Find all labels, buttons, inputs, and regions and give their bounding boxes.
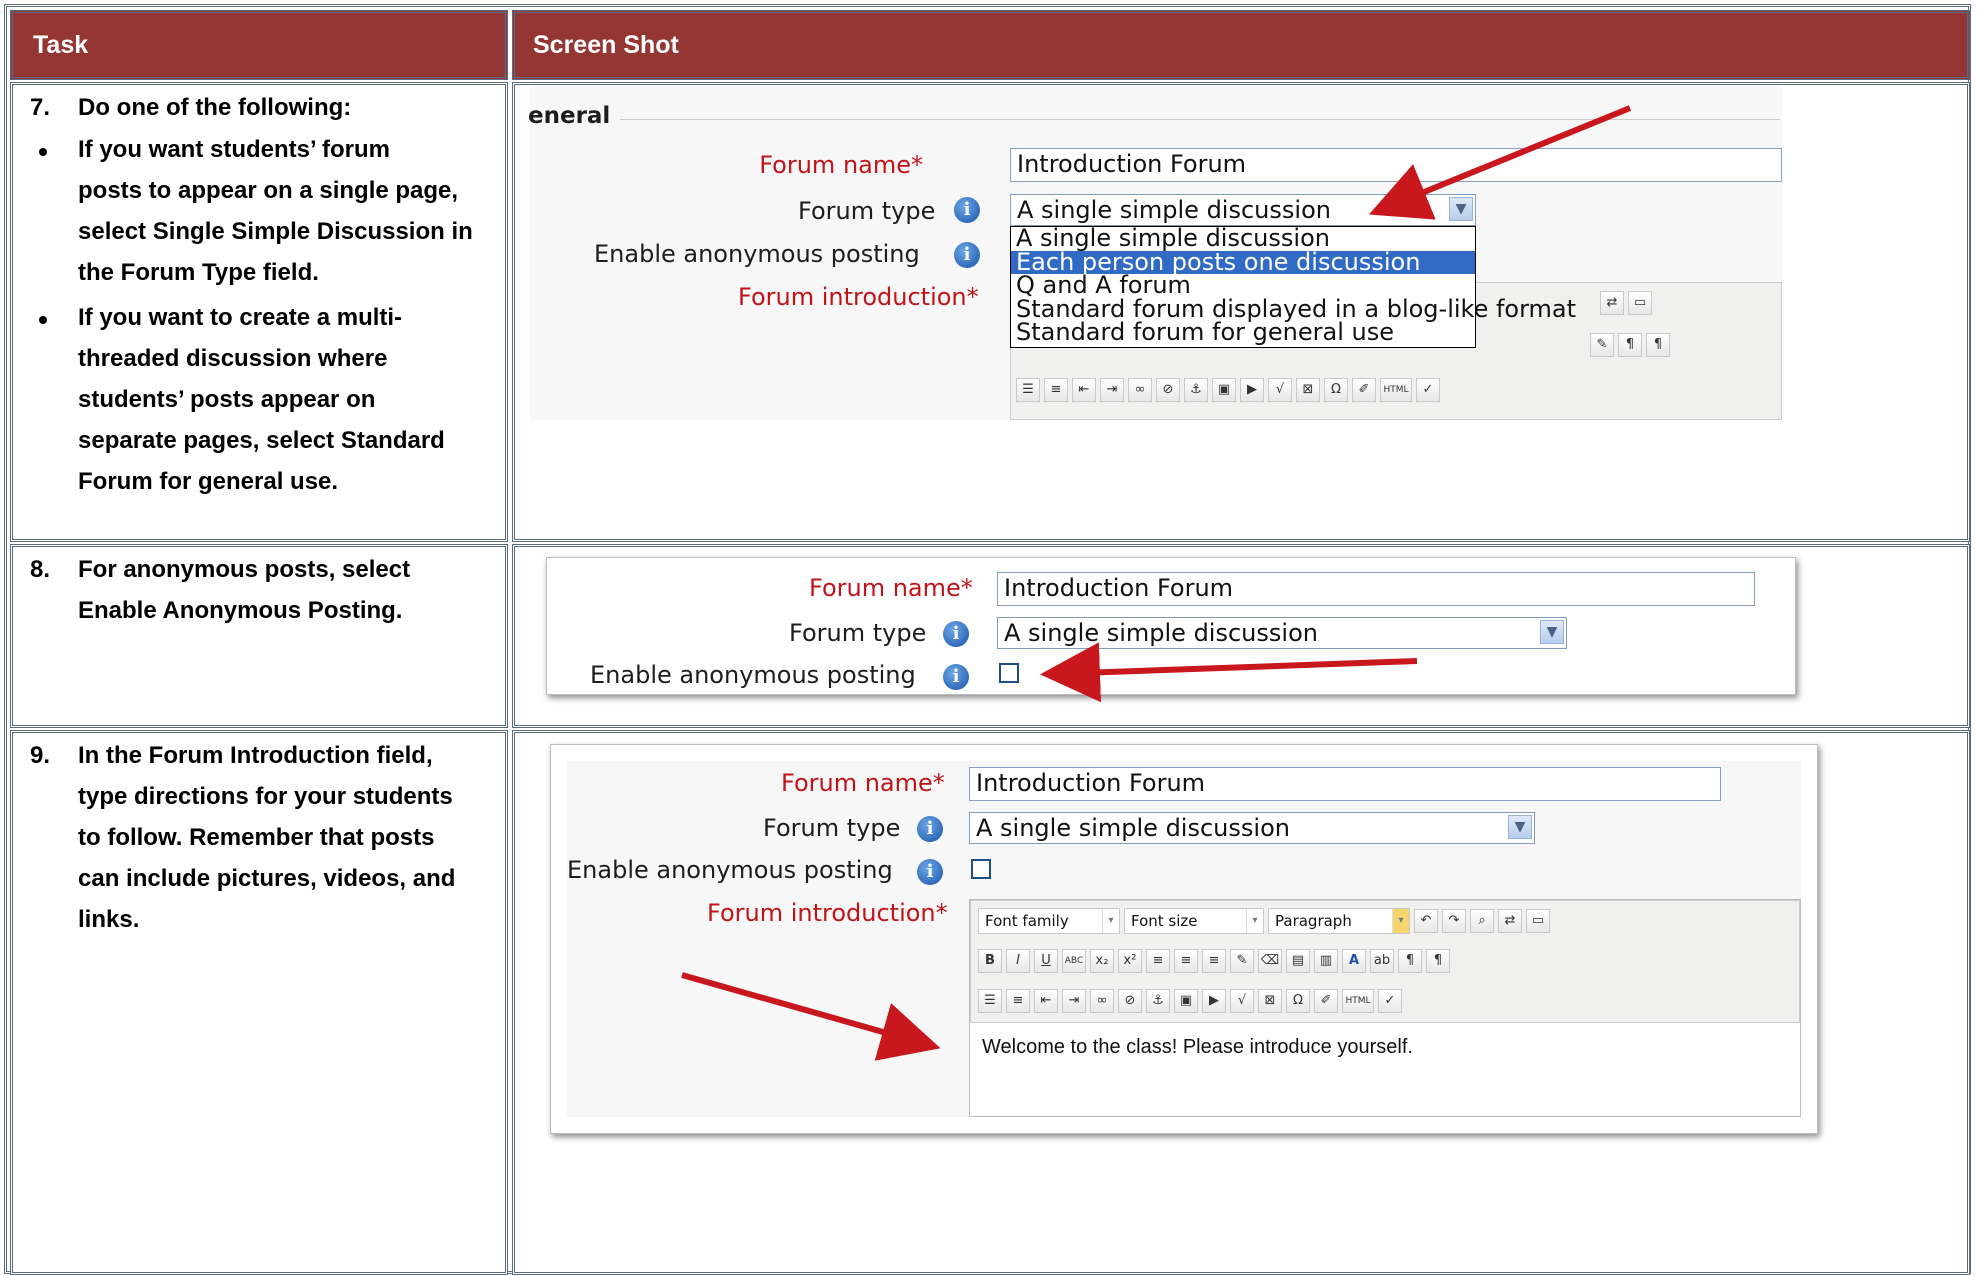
red-arrow (1368, 105, 1632, 220)
step-line: If you want students’ forum (78, 136, 391, 163)
step-line: Do one of the following: (78, 94, 352, 121)
step-line: In the Forum Introduction field, (78, 742, 433, 769)
screenshot-forum-type-dropdown: eneral Forum name* Introduction Forum Fo… (528, 86, 1782, 420)
step-number: 9. (30, 742, 51, 769)
step-line: to follow. Remember that posts (78, 824, 435, 851)
bullet (39, 148, 47, 156)
header-screenshot-cell: Screen Shot (512, 10, 1970, 80)
step-line: can include pictures, videos, and (78, 865, 456, 892)
step-number: 8. (30, 556, 51, 583)
header-task-cell: Task (10, 10, 508, 80)
step-line: Enable Anonymous Posting. (78, 597, 403, 624)
step-line: If you want to create a multi- (78, 304, 403, 331)
step-line: type directions for your students (78, 783, 453, 810)
red-arrow (1040, 642, 1418, 703)
step-line: For anonymous posts, select (78, 556, 411, 583)
step-line: Forum for general use. (78, 468, 339, 495)
header-task-label: Task (33, 31, 89, 59)
step-line: select Single Simple Discussion in (78, 218, 473, 245)
step-number: 7. (30, 94, 51, 121)
step-line: separate pages, select Standard (78, 427, 445, 454)
screenshot-anonymous-posting: Forum name* Introduction Forum Forum typ… (546, 557, 1796, 703)
red-arrow (681, 972, 941, 1061)
bullet (39, 316, 47, 324)
step-line: students’ posts appear on (78, 386, 376, 413)
step-line: threaded discussion where (78, 345, 388, 372)
step-line: links. (78, 906, 140, 933)
step-line: posts to appear on a single page, (78, 177, 459, 204)
header-screenshot-label: Screen Shot (533, 31, 679, 59)
step-line: the Forum Type field. (78, 259, 319, 286)
screenshot-forum-introduction: Forum name* Introduction Forum Forum typ… (550, 744, 1818, 1134)
